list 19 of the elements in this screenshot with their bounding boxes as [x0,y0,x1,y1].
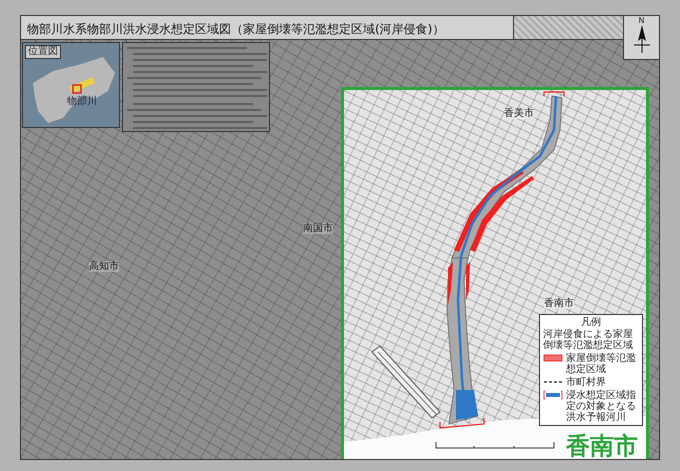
legend-title: 凡例 [580,317,602,329]
hazard-area-swatch [544,354,562,362]
boundary-line-swatch [544,381,562,383]
location-marker [72,84,82,94]
legend-subtitle: 河岸侵食による家屋倒壊等氾濫想定区域 [543,329,634,351]
legend-label: 家屋倒壊等氾濫想定区域 [566,353,637,375]
compass-icon: N [623,16,659,60]
place-label: 香美市 [504,108,534,119]
legend-label: 浸水想定区域指定の対象となる洪水予報河川 [566,390,637,423]
place-label: 南国市 [303,223,333,234]
place-label: 香南市 [544,298,574,309]
location-map-title: 位置図 [25,45,61,59]
river-swatch [544,390,562,400]
area-highlight [69,77,95,93]
place-label: 高知市 [89,261,119,272]
map-title: 物部川水系物部川洪水浸水想定区域図（家屋倒壊等氾濫想定区域(河岸侵食)） [26,21,446,38]
city-label: 香南市 [566,432,638,459]
river-label: 物部川 [67,96,97,107]
legend-label: 市町村界 [566,377,607,388]
